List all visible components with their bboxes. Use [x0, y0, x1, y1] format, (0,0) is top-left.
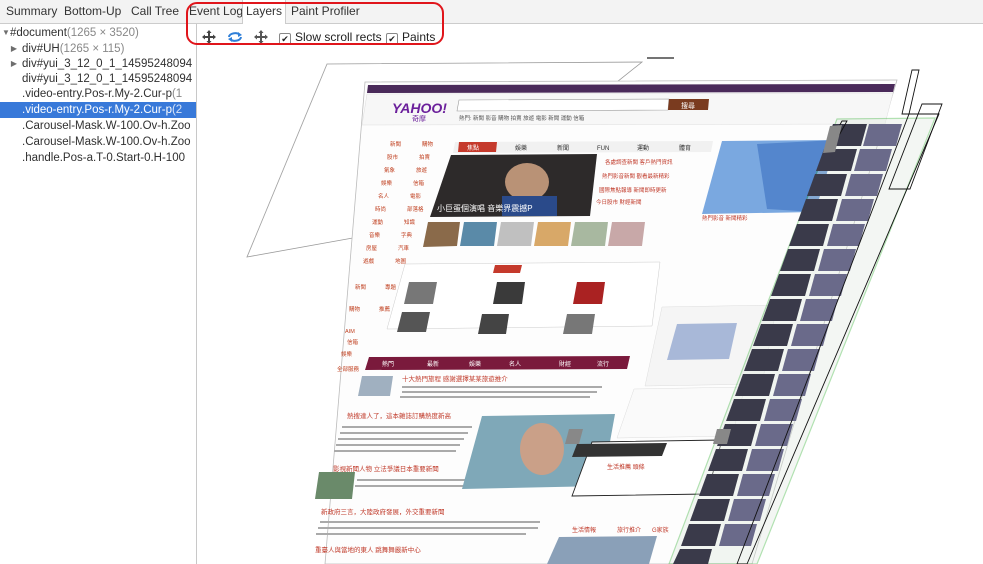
svg-text:重臺人與當地的東人 跳舞舞嚴新中心: 重臺人與當地的東人 跳舞舞嚴新中心	[315, 545, 421, 554]
svg-text:購物: 購物	[422, 140, 434, 148]
svg-text:推薦: 推薦	[379, 305, 391, 313]
svg-text:熱門: 熱門	[382, 360, 394, 368]
svg-text:新聞: 新聞	[355, 283, 367, 291]
svg-text:十大熱門旅程 感謝選擇某某旅遊推介: 十大熱門旅程 感謝選擇某某旅遊推介	[402, 374, 508, 383]
svg-text:運動: 運動	[372, 218, 384, 226]
svg-text:焦點: 焦點	[467, 144, 479, 152]
svg-text:娛樂: 娛樂	[341, 350, 353, 358]
tab-call-tree[interactable]: Call Tree	[128, 0, 182, 23]
svg-text:FUN: FUN	[597, 146, 609, 152]
svg-text:全部服務: 全部服務	[337, 365, 360, 373]
page-side-tabs: 生活情報 旅行推介 G家族	[572, 526, 669, 534]
page-logo: YAHOO!	[392, 100, 447, 116]
tab-event-log[interactable]: Event Log	[186, 0, 248, 23]
svg-text:旅遊: 旅遊	[416, 166, 428, 174]
page-hot-links: 熱門: 新聞 影音 購物 拍賣 旅遊 電影 新聞 運動 信箱	[459, 114, 585, 122]
layer-name: div#yui_3_12_0_1_14595248094	[22, 73, 193, 85]
layer-dims: (1	[171, 88, 183, 100]
layer-tree-row[interactable]: .Carousel-Mask.W-100.Ov-h.Zoo	[0, 118, 196, 134]
svg-text:新政府三言，大陸政府發展，外交重要新聞: 新政府三言，大陸政府發展，外交重要新聞	[321, 507, 445, 516]
svg-text:字典: 字典	[401, 231, 413, 239]
layer-tree-row[interactable]: div#yui_3_12_0_1_14595248094	[0, 71, 196, 87]
layer-tree-row[interactable]: .Carousel-Mask.W-100.Ov-h.Zoo	[0, 134, 196, 150]
svg-text:知識: 知識	[404, 218, 416, 226]
svg-text:信箱: 信箱	[413, 179, 425, 187]
svg-text:旅行推介: 旅行推介	[617, 526, 641, 534]
layers-3d-viewport[interactable]: ✔ Slow scroll rects ✔ Paints YAHOO! 奇摩 搜尋 …	[197, 24, 983, 564]
svg-text:信箱: 信箱	[347, 338, 359, 346]
layer-name: .video-entry.Pos-r.My-2.Cur-p	[22, 104, 172, 116]
svg-text:今日股市 財經新聞: 今日股市 財經新聞	[596, 198, 642, 206]
layer-tree-row-selected[interactable]: .video-entry.Pos-r.My-2.Cur-p(2	[0, 102, 196, 118]
svg-text:名人: 名人	[378, 192, 390, 200]
layers-3d-canvas[interactable]: YAHOO! 奇摩 搜尋 熱門: 新聞 影音 購物 拍賣 旅遊 電影 新聞 運動…	[197, 24, 983, 564]
svg-text:遊戲: 遊戲	[363, 257, 375, 265]
tab-layers[interactable]: Layers	[242, 0, 287, 24]
svg-text:影視新聞人物 立法爭議日本重要新聞: 影視新聞人物 立法爭議日本重要新聞	[333, 464, 439, 473]
svg-text:購物: 購物	[349, 305, 361, 313]
svg-text:專題: 專題	[385, 283, 397, 291]
tab-summary[interactable]: Summary	[3, 0, 60, 23]
svg-text:娛樂: 娛樂	[515, 144, 527, 152]
svg-text:流行: 流行	[597, 360, 609, 368]
svg-text:房屋: 房屋	[366, 244, 378, 252]
layer-name: #document	[10, 27, 67, 39]
svg-text:股市: 股市	[387, 153, 399, 161]
svg-text:最新: 最新	[427, 360, 439, 368]
svg-text:拍賣: 拍賣	[419, 153, 431, 161]
svg-text:地圖: 地圖	[395, 257, 407, 265]
svg-text:熱門影音 新聞精彩: 熱門影音 新聞精彩	[702, 214, 748, 222]
layer-name: div#UH	[22, 43, 60, 55]
layer-name: .video-entry.Pos-r.My-2.Cur-p	[22, 88, 172, 100]
page-search-box	[456, 98, 670, 112]
svg-text:熱搜達人了，這本雜誌訂購熱度新高: 熱搜達人了，這本雜誌訂購熱度新高	[347, 411, 452, 420]
svg-text:國際焦點報導 新聞即時更新: 國際焦點報導 新聞即時更新	[599, 186, 667, 194]
timeline-tab-bar: Summary Bottom-Up Call Tree Event Log La…	[0, 0, 983, 24]
layer-tree-row[interactable]: .video-entry.Pos-r.My-2.Cur-p(1	[0, 86, 196, 102]
layer-tree-row[interactable]: .handle.Pos-a.T-0.Start-0.H-100	[0, 150, 196, 166]
layer-dims: (2	[171, 104, 183, 116]
svg-text:新聞: 新聞	[557, 144, 569, 152]
page-logo-sub: 奇摩	[412, 114, 426, 123]
svg-text:新聞: 新聞	[390, 140, 402, 148]
layer-name: .Carousel-Mask.W-100.Ov-h.Zoo	[22, 120, 191, 132]
layer-tree-panel: ▼ #document(1265 × 3520) ▶ div#UH(1265 ×…	[0, 24, 197, 564]
page-headline-caption: 小巨蛋個演唱 音樂界震撼P	[437, 203, 533, 213]
svg-text:運動: 運動	[637, 144, 649, 152]
svg-text:生活推薦 頭條: 生活推薦 頭條	[607, 463, 645, 471]
layer-name: div#yui_3_12_0_1_14595248094	[22, 58, 193, 70]
svg-text:汽車: 汽車	[398, 244, 410, 252]
svg-text:AIM: AIM	[345, 329, 355, 335]
svg-text:各處調查新聞 客戶熱門資訊: 各處調查新聞 客戶熱門資訊	[605, 158, 673, 166]
svg-text:娛樂: 娛樂	[469, 360, 481, 368]
layer-dims: (1265 × 3520)	[66, 27, 139, 39]
layer-dims: (1265 × 115)	[59, 43, 125, 55]
svg-text:氣象: 氣象	[384, 166, 396, 174]
svg-text:G家族: G家族	[652, 526, 669, 534]
svg-text:部落格: 部落格	[407, 205, 424, 213]
layer-name: .Carousel-Mask.W-100.Ov-h.Zoo	[22, 136, 191, 148]
layer-tree-row[interactable]: ▶ div#UH(1265 × 115)	[0, 41, 196, 57]
page-section-tabs	[365, 356, 630, 370]
layer-tree-row[interactable]: ▶ div#yui_3_12_0_1_14595248094	[0, 56, 196, 72]
svg-text:音樂: 音樂	[369, 231, 381, 239]
tab-paint-profiler[interactable]: Paint Profiler	[288, 0, 363, 23]
svg-text:熱門影音新聞 觀看最新精彩: 熱門影音新聞 觀看最新精彩	[602, 172, 670, 180]
svg-text:電影: 電影	[410, 192, 422, 200]
svg-text:娛樂: 娛樂	[381, 179, 393, 187]
collapsed-triangle-icon[interactable]: ▶	[9, 41, 19, 57]
layer-tree-row[interactable]: ▼ #document(1265 × 3520)	[0, 25, 196, 41]
tab-bottom-up[interactable]: Bottom-Up	[61, 0, 124, 23]
svg-text:生活情報: 生活情報	[572, 526, 596, 534]
svg-text:體育: 體育	[679, 144, 691, 152]
svg-text:名人: 名人	[509, 360, 521, 368]
page-search-label: 搜尋	[681, 101, 695, 110]
svg-text:時尚: 時尚	[375, 205, 386, 213]
svg-text:財經: 財經	[559, 360, 571, 368]
layer-name: .handle.Pos-a.T-0.Start-0.H-100	[22, 152, 185, 164]
collapsed-triangle-icon[interactable]: ▶	[9, 56, 19, 72]
